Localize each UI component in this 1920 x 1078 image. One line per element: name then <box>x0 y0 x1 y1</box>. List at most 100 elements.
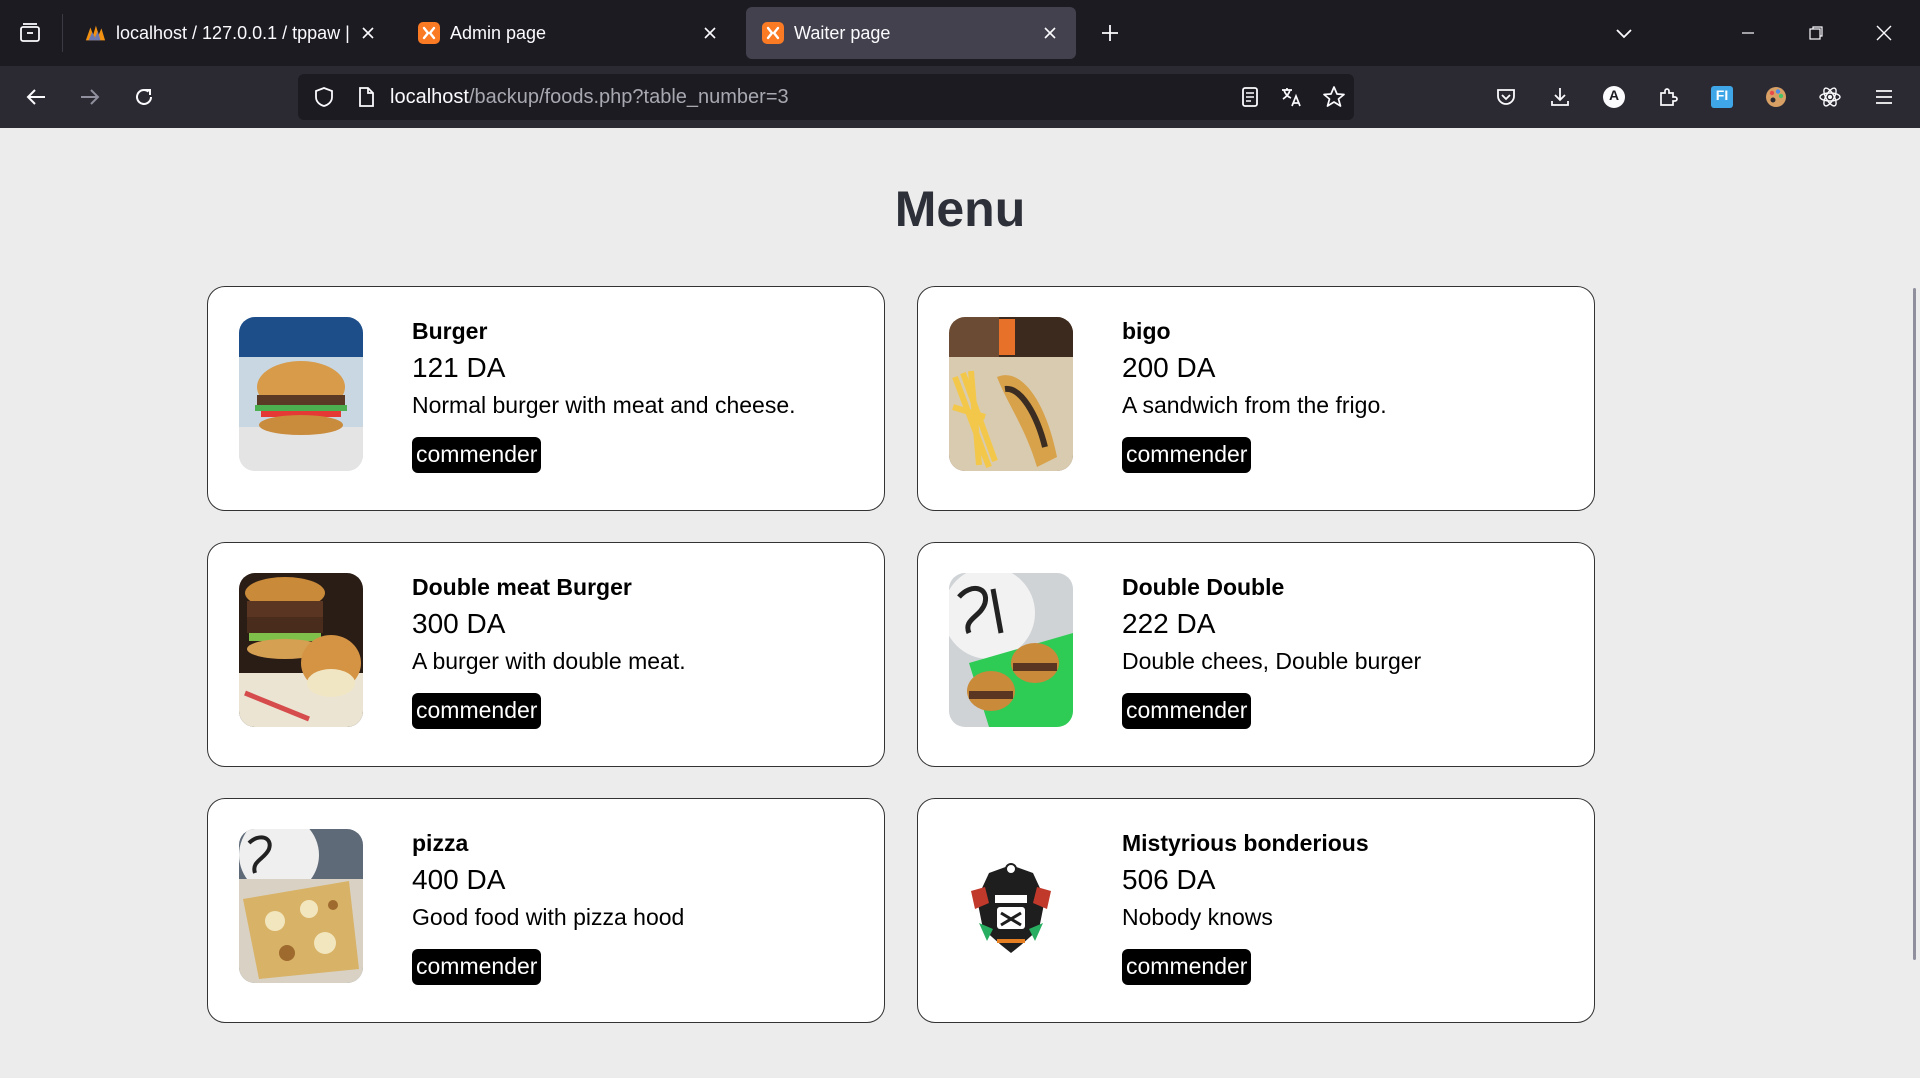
food-info: Double meat Burger 300 DA A burger with … <box>412 573 686 729</box>
reload-icon <box>136 88 152 105</box>
tab-phpmyadmin[interactable]: localhost / 127.0.0.1 / tppaw | p <box>68 7 394 59</box>
order-button[interactable]: commender <box>1122 693 1252 729</box>
food-image-mistyrious-logo <box>949 829 1073 983</box>
download-icon <box>1551 88 1569 106</box>
food-description: Normal burger with meat and cheese. <box>412 392 796 418</box>
puzzle-piece-icon <box>1660 88 1678 106</box>
food-description: Nobody knows <box>1122 904 1273 930</box>
food-card: Double meat Burger 300 DA A burger with … <box>207 542 885 767</box>
order-button[interactable]: commender <box>1122 437 1252 473</box>
food-info: bigo 200 DA A sandwich from the frigo. c… <box>1122 317 1387 473</box>
food-info: pizza 400 DA Good food with pizza hood c… <box>412 829 684 985</box>
food-description: A burger with double meat. <box>412 648 686 674</box>
react-icon <box>1819 87 1841 107</box>
reload-button[interactable] <box>128 81 160 113</box>
food-card: bigo 200 DA A sandwich from the frigo. c… <box>917 286 1595 511</box>
close-tab-icon[interactable] <box>1038 21 1062 45</box>
palette-icon <box>1766 87 1786 107</box>
chevron-down-icon <box>1616 29 1632 39</box>
food-name: bigo <box>1122 318 1171 344</box>
food-name: Double meat Burger <box>412 574 632 600</box>
xampp-icon <box>418 22 440 44</box>
close-tab-icon[interactable] <box>698 21 722 45</box>
food-name: Mistyrious bonderious <box>1122 830 1369 856</box>
food-description: Good food with pizza hood <box>412 904 685 930</box>
arrow-left-icon <box>26 89 45 105</box>
tab-separator <box>62 14 63 52</box>
food-image-double-double <box>949 573 1073 727</box>
forward-button[interactable] <box>74 81 106 113</box>
order-button[interactable]: commender <box>412 693 542 729</box>
fi-extension-button[interactable]: FI <box>1706 81 1738 113</box>
food-image-double-meat-burger <box>239 573 363 727</box>
order-button[interactable]: commender <box>412 437 542 473</box>
food-price: 300 DA <box>412 608 506 639</box>
pocket-button[interactable] <box>1490 81 1522 113</box>
close-tab-icon[interactable] <box>356 21 380 45</box>
tab-title: localhost / 127.0.0.1 / tppaw | p <box>116 22 350 43</box>
page-scrollbar[interactable] <box>1913 288 1916 960</box>
food-name: pizza <box>412 830 469 856</box>
hamburger-menu-icon <box>1876 90 1892 104</box>
list-all-tabs-button[interactable] <box>14 17 46 49</box>
food-price: 400 DA <box>412 864 506 895</box>
restore-button[interactable] <box>1800 17 1832 49</box>
bookmark-star-icon[interactable] <box>1318 81 1350 113</box>
food-description: Double chees, Double burger <box>1122 648 1422 674</box>
tab-waiter-page[interactable]: Waiter page <box>746 7 1076 59</box>
tab-admin-page[interactable]: Admin page <box>402 7 736 59</box>
minimize-icon <box>1742 32 1754 34</box>
translate-icon[interactable] <box>1276 81 1308 113</box>
food-description: A sandwich from the frigo. <box>1122 392 1387 418</box>
account-button[interactable]: A <box>1598 81 1630 113</box>
pocket-icon <box>1497 89 1515 105</box>
order-button[interactable]: commender <box>412 949 542 985</box>
reader-view-icon[interactable] <box>1234 81 1266 113</box>
food-info: Burger 121 DA Normal burger with meat an… <box>412 317 796 473</box>
food-card: Mistyrious bonderious 506 DA Nobody know… <box>917 798 1595 1023</box>
url-text[interactable]: localhost/backup/foods.php?table_number=… <box>390 86 789 109</box>
color-picker-extension-button[interactable] <box>1760 81 1792 113</box>
account-initial: A <box>1608 87 1620 103</box>
react-devtools-button[interactable] <box>1814 81 1846 113</box>
plus-icon <box>1102 25 1118 41</box>
food-price: 121 DA <box>412 352 506 383</box>
fi-extension-label: FI <box>1715 87 1729 103</box>
minimize-button[interactable] <box>1732 17 1764 49</box>
tab-title: Waiter page <box>794 22 891 43</box>
food-card: Burger 121 DA Normal burger with meat an… <box>207 286 885 511</box>
xampp-icon <box>762 22 784 44</box>
arrow-right-icon <box>81 89 100 105</box>
back-button[interactable] <box>20 81 52 113</box>
tab-overflow-button[interactable] <box>1608 17 1640 49</box>
food-name: Burger <box>412 318 488 344</box>
navigation-toolbar: localhost/backup/foods.php?table_number=… <box>0 66 1920 128</box>
phpmyadmin-icon <box>84 22 106 44</box>
address-bar[interactable]: localhost/backup/foods.php?table_number=… <box>298 74 1354 120</box>
close-window-button[interactable] <box>1868 17 1900 49</box>
new-tab-button[interactable] <box>1094 17 1126 49</box>
app-menu-button[interactable] <box>1868 81 1900 113</box>
order-button[interactable]: commender <box>1122 949 1252 985</box>
extensions-button[interactable] <box>1652 81 1684 113</box>
page-info-icon[interactable] <box>350 81 382 113</box>
food-price: 506 DA <box>1122 864 1216 895</box>
menu-grid: Burger 121 DA Normal burger with meat an… <box>207 286 1595 1023</box>
tracking-protection-icon[interactable] <box>308 81 340 113</box>
tab-title: Admin page <box>450 22 547 43</box>
food-card: Double Double 222 DA Double chees, Doubl… <box>917 542 1595 767</box>
food-price: 200 DA <box>1122 352 1216 383</box>
food-info: Mistyrious bonderious 506 DA Nobody know… <box>1122 829 1369 985</box>
food-info: Double Double 222 DA Double chees, Doubl… <box>1122 573 1421 729</box>
close-icon <box>1876 25 1892 41</box>
downloads-button[interactable] <box>1544 81 1576 113</box>
url-host: localhost <box>390 86 469 108</box>
tab-list-icon <box>20 23 40 42</box>
restore-icon <box>1809 26 1823 40</box>
tab-bar: localhost / 127.0.0.1 / tppaw | p Admin … <box>0 0 1920 66</box>
food-image-bigo <box>949 317 1073 471</box>
page-title: Menu <box>894 181 1026 237</box>
food-name: Double Double <box>1122 574 1285 600</box>
url-path: /backup/foods.php?table_number=3 <box>468 86 789 108</box>
food-image-pizza <box>239 829 363 983</box>
